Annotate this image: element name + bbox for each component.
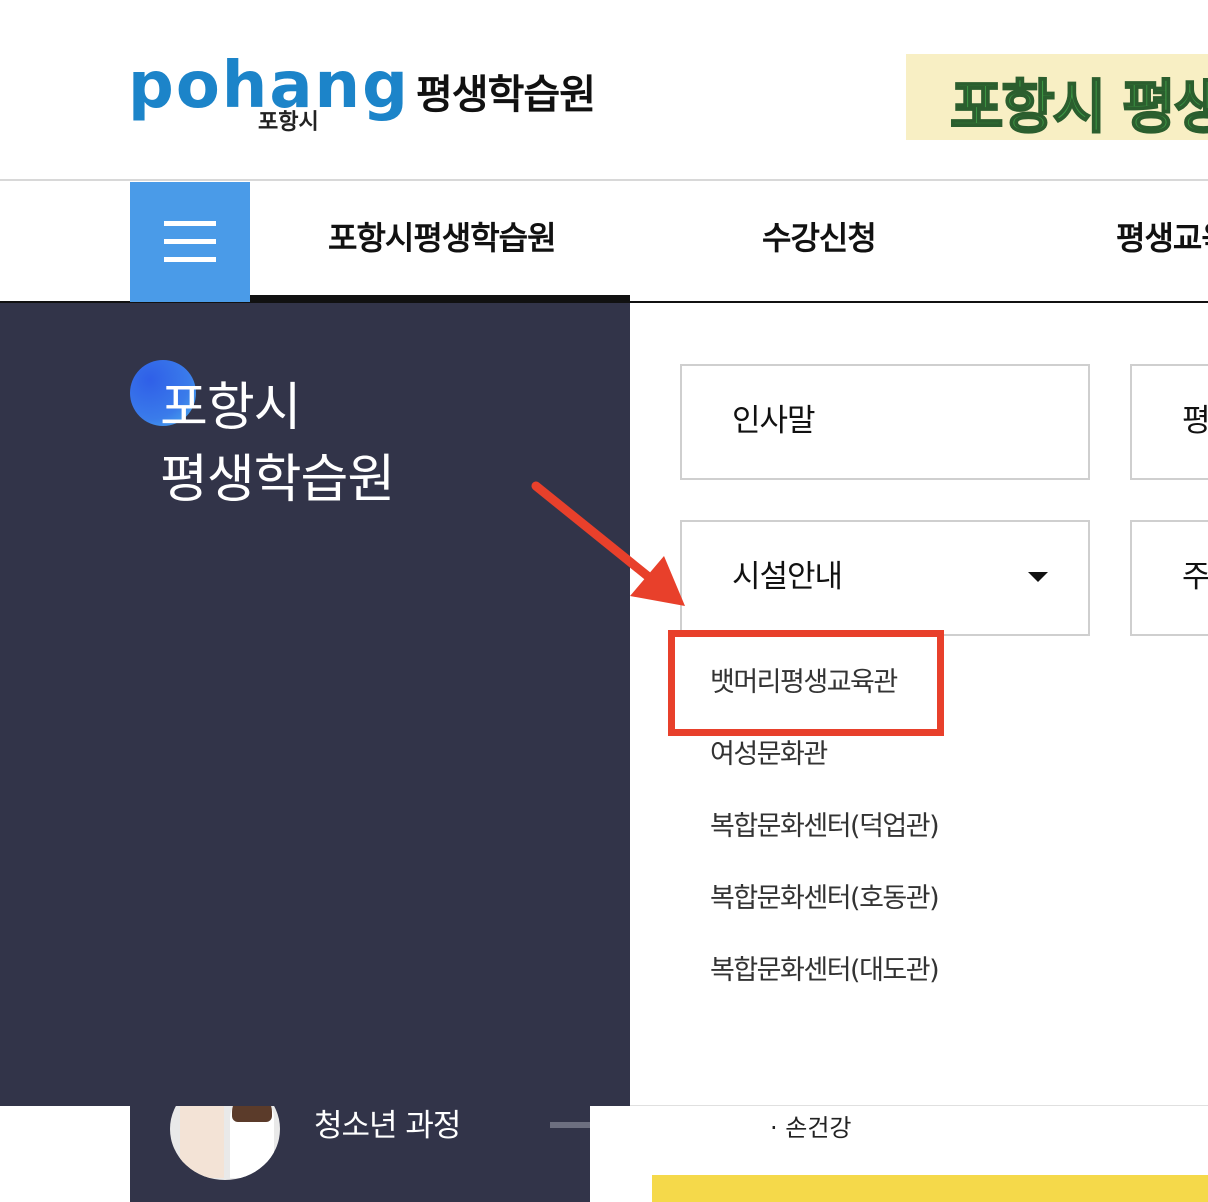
menu-box-partial-top[interactable]: 평	[1130, 364, 1208, 480]
menu-box-label: 평	[1182, 403, 1208, 439]
banner-text: 포항시 평생	[949, 72, 1208, 140]
avatar-hair	[232, 1106, 272, 1122]
annotation-arrow-icon	[531, 481, 685, 606]
menu-box-label: 인사말	[732, 403, 816, 439]
yellow-banner-strip	[652, 1175, 1208, 1202]
panel-title-line2: 평생학습원	[160, 450, 395, 510]
facility-link-hodong[interactable]: 복합문화센터(호동관)	[710, 876, 940, 915]
divider	[550, 1122, 590, 1128]
hamburger-icon-bar	[164, 239, 216, 244]
hamburger-icon	[164, 221, 216, 226]
hamburger-icon-bar	[164, 257, 216, 262]
site-header: pohang 포항시 평생학습원 포항시 평생	[0, 0, 1208, 181]
logo-subtext: 포항시	[258, 110, 319, 135]
panel-title-line1: 포항시	[160, 378, 302, 438]
menu-box-partial-bottom[interactable]: 주	[1130, 520, 1208, 636]
main-nav: 포항시평생학습원 수강신청 평생교육	[0, 182, 1208, 303]
hamburger-menu-button[interactable]	[130, 182, 250, 302]
nav-item-about[interactable]: 포항시평생학습원	[328, 183, 557, 301]
facility-link-women-culture[interactable]: 여성문화관	[710, 732, 828, 771]
site-title[interactable]: 평생학습원	[416, 62, 596, 120]
facility-link-daedo[interactable]: 복합문화센터(대도관)	[710, 948, 940, 987]
course-list-item[interactable]: · 손건강	[770, 1108, 852, 1143]
pohang-logo[interactable]: pohang 포항시	[128, 46, 408, 146]
youth-course-label: 청소년 과정	[314, 1108, 461, 1144]
page: pohang 포항시 평생학습원 포항시 평생 포항시평생학습원 수강신청 평생…	[0, 0, 1208, 1202]
menu-box-label: 주	[1182, 559, 1208, 595]
highlight-box	[668, 630, 944, 736]
youth-avatar	[170, 1106, 280, 1180]
nav-item-registration[interactable]: 수강신청	[762, 183, 877, 301]
menu-box-label: 시설안내	[732, 559, 843, 595]
menu-box-facilities[interactable]: 시설안내	[680, 520, 1090, 636]
menu-box-greeting[interactable]: 인사말	[680, 364, 1090, 480]
facility-link-deogeop[interactable]: 복합문화센터(덕업관)	[710, 804, 940, 843]
avatar-figure	[180, 1106, 224, 1178]
youth-course-card[interactable]: 청소년 과정	[130, 1106, 590, 1202]
nav-item-lifelong-education[interactable]: 평생교육	[1116, 183, 1208, 301]
promo-banner[interactable]: 포항시 평생	[906, 54, 1208, 140]
panel-title: 포항시 평생학습원	[160, 372, 395, 516]
nav-active-indicator	[250, 295, 630, 303]
caret-down-icon	[1028, 572, 1048, 582]
